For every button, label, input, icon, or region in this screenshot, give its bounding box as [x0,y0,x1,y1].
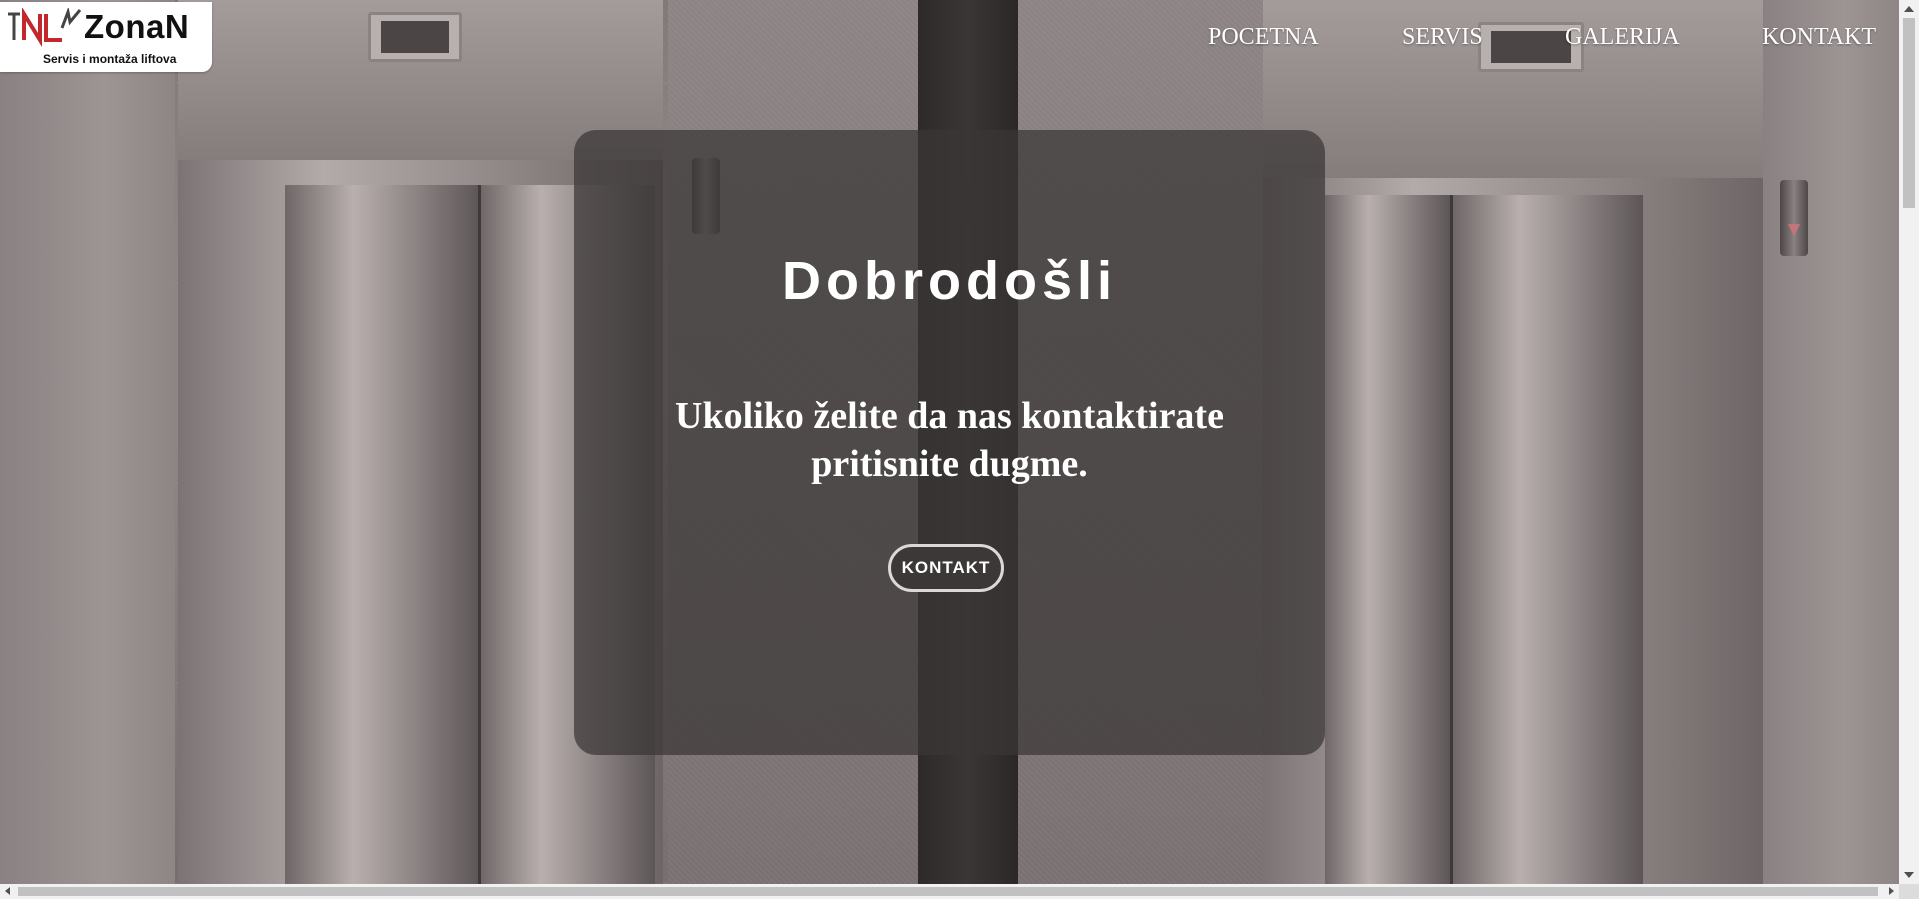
scroll-right-icon[interactable] [1889,887,1894,895]
scrollbar-corner [1899,884,1919,899]
horizontal-scrollbar[interactable] [0,884,1899,899]
nav-item-kontakt[interactable]: KONTAKT [1762,24,1876,51]
vertical-scrollbar[interactable] [1899,0,1919,884]
welcome-card: Dobrodošli Ukoliko želite da nas kontakt… [574,130,1325,755]
scroll-left-icon[interactable] [5,887,10,895]
vertical-scroll-thumb[interactable] [1903,18,1915,208]
horizontal-scroll-thumb[interactable] [18,887,1878,896]
background-door-seam [478,185,481,884]
page-viewport: 5 ZonaN Servis i montaža liftova POCETNA… [0,0,1899,884]
background-wall [1763,0,1899,884]
main-navigation: POCETNA SERVIS GALERIJA KONTAKT [0,24,1899,58]
scroll-down-icon[interactable] [1904,872,1914,878]
contact-button[interactable]: KONTAKT [888,544,1004,592]
welcome-message: Ukoliko želite da nas kontaktirate priti… [675,395,1224,485]
background-door-seam [1450,195,1453,884]
nav-item-galerija[interactable]: GALERIJA [1565,24,1680,51]
background-elevator-door [1453,195,1643,884]
nav-item-servis[interactable]: SERVIS [1402,24,1483,51]
nav-item-pocetna[interactable]: POCETNA [1208,24,1319,51]
background-elevator-door [1325,195,1450,884]
welcome-title: Dobrodošli [782,251,1117,311]
scroll-up-icon[interactable] [1904,6,1914,12]
background-wall [0,0,175,884]
background-call-button [1780,180,1808,256]
background-elevator-door [285,185,480,884]
